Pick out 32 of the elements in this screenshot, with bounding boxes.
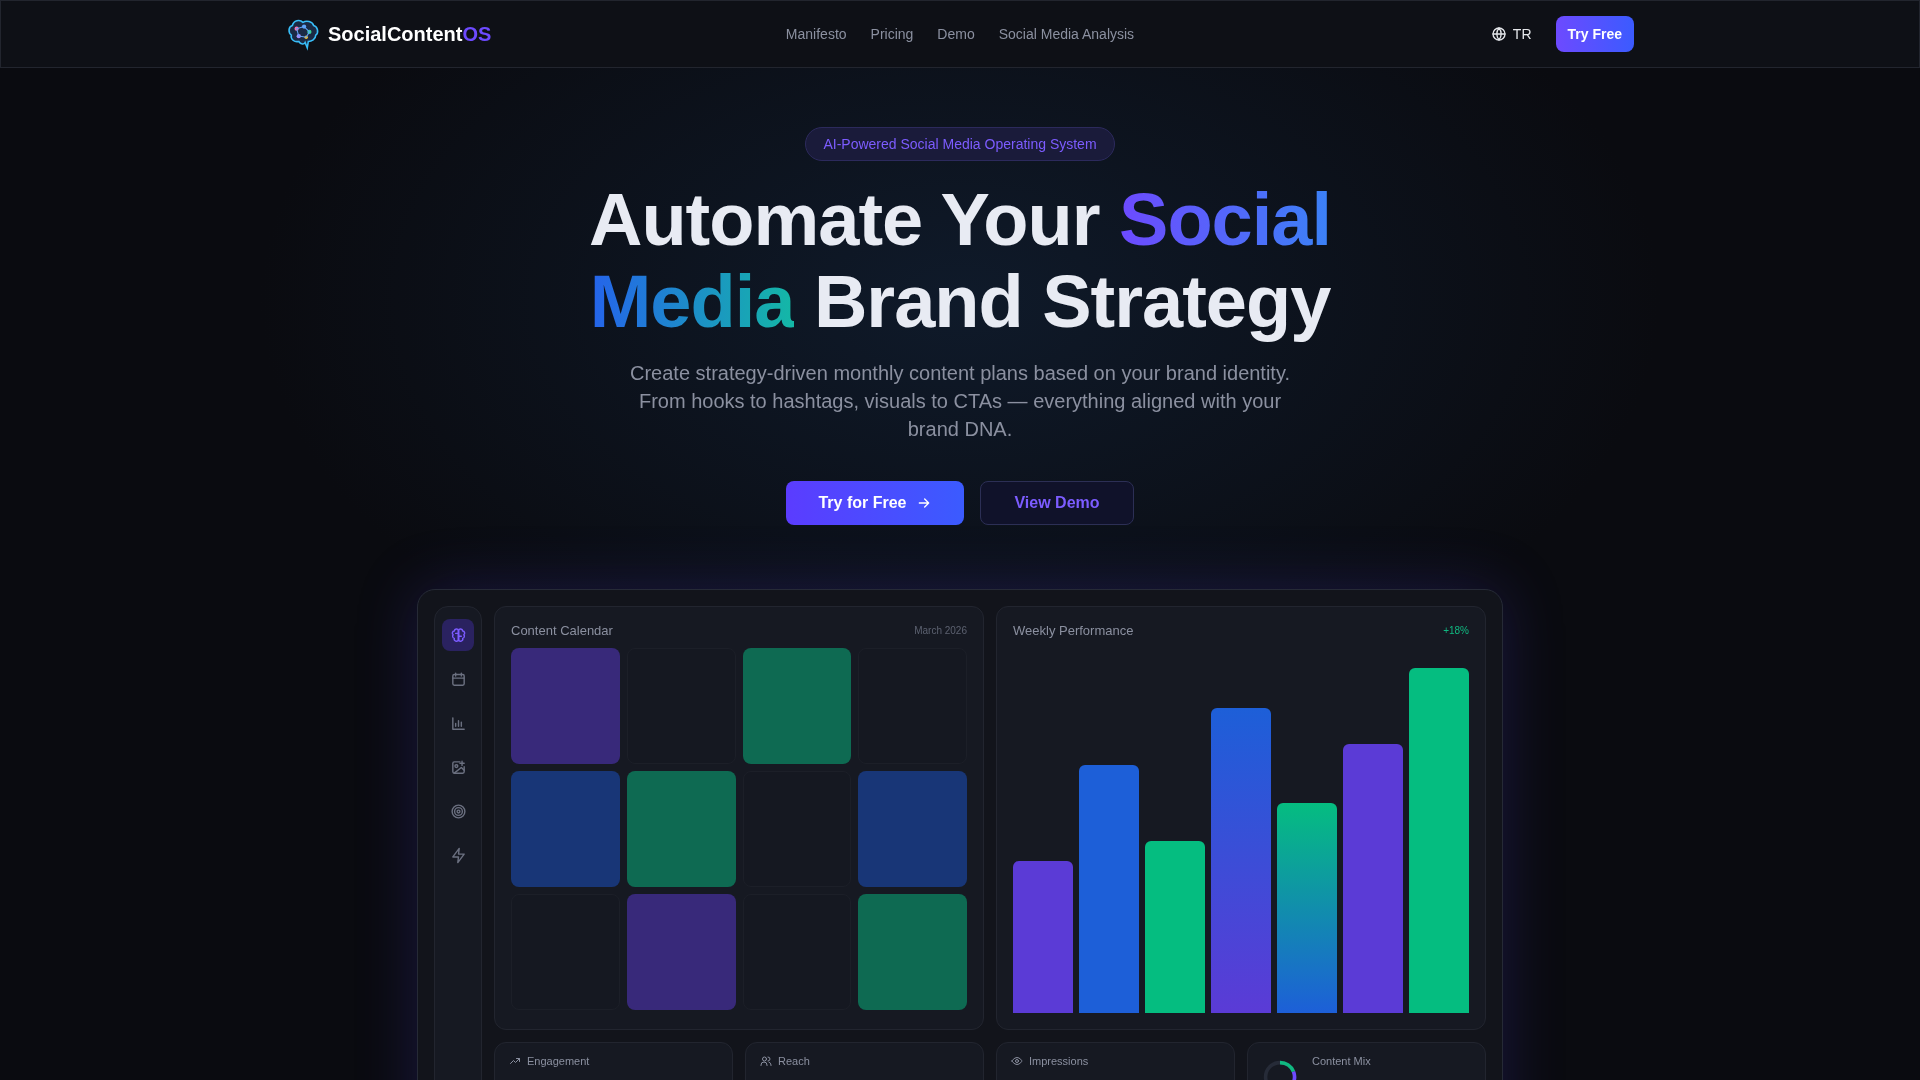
nav-link[interactable]: Demo — [937, 26, 975, 42]
stat-label: Engagement — [527, 1055, 590, 1067]
hero-title: Automate Your Social Media Brand Strategy — [588, 179, 1332, 343]
brand-name[interactable]: SocialContentOS — [328, 22, 492, 46]
try-for-free-button[interactable]: Try for Free — [786, 481, 965, 525]
globe-icon — [1490, 26, 1507, 42]
users-icon — [760, 1055, 772, 1067]
hero-subtitle: Create strategy-driven monthly content plans based on your brand identity. From hooks to hashtags, visuals to CTAs — everything aligned with your brand DNA. — [630, 361, 1290, 442]
nav-link[interactable]: Social Media Analysis — [998, 26, 1135, 42]
stat-label: Impressions — [1029, 1055, 1089, 1067]
view-demo-button[interactable]: View Demo — [980, 481, 1134, 525]
change-label: +18% — [1443, 625, 1469, 636]
try-free-button[interactable]: Try Free — [1555, 16, 1634, 52]
bar-chart-icon — [449, 714, 467, 732]
panel-title: Weekly Performance — [1013, 623, 1134, 638]
tagline-badge: AI-Powered Social Media Operating System — [805, 127, 1115, 161]
language-button[interactable]: TR — [1486, 22, 1536, 46]
panel-title: Content Calendar — [511, 623, 613, 638]
nav-link[interactable]: Manifesto — [785, 26, 847, 42]
sidebar-button[interactable] — [442, 619, 474, 651]
stat-label: Reach — [778, 1055, 810, 1067]
target-icon — [449, 802, 467, 820]
calendar-icon — [449, 670, 467, 688]
brain-logo-icon — [286, 17, 320, 51]
trend-up-icon — [509, 1055, 521, 1067]
lightning-icon — [449, 846, 467, 864]
month-label: March 2026 — [914, 625, 967, 636]
image-add-icon — [449, 758, 467, 776]
nav-link[interactable]: Pricing — [870, 26, 914, 42]
brain-icon — [449, 626, 467, 644]
eye-icon — [1011, 1055, 1023, 1067]
stat-label: Content Mix — [1312, 1055, 1371, 1067]
